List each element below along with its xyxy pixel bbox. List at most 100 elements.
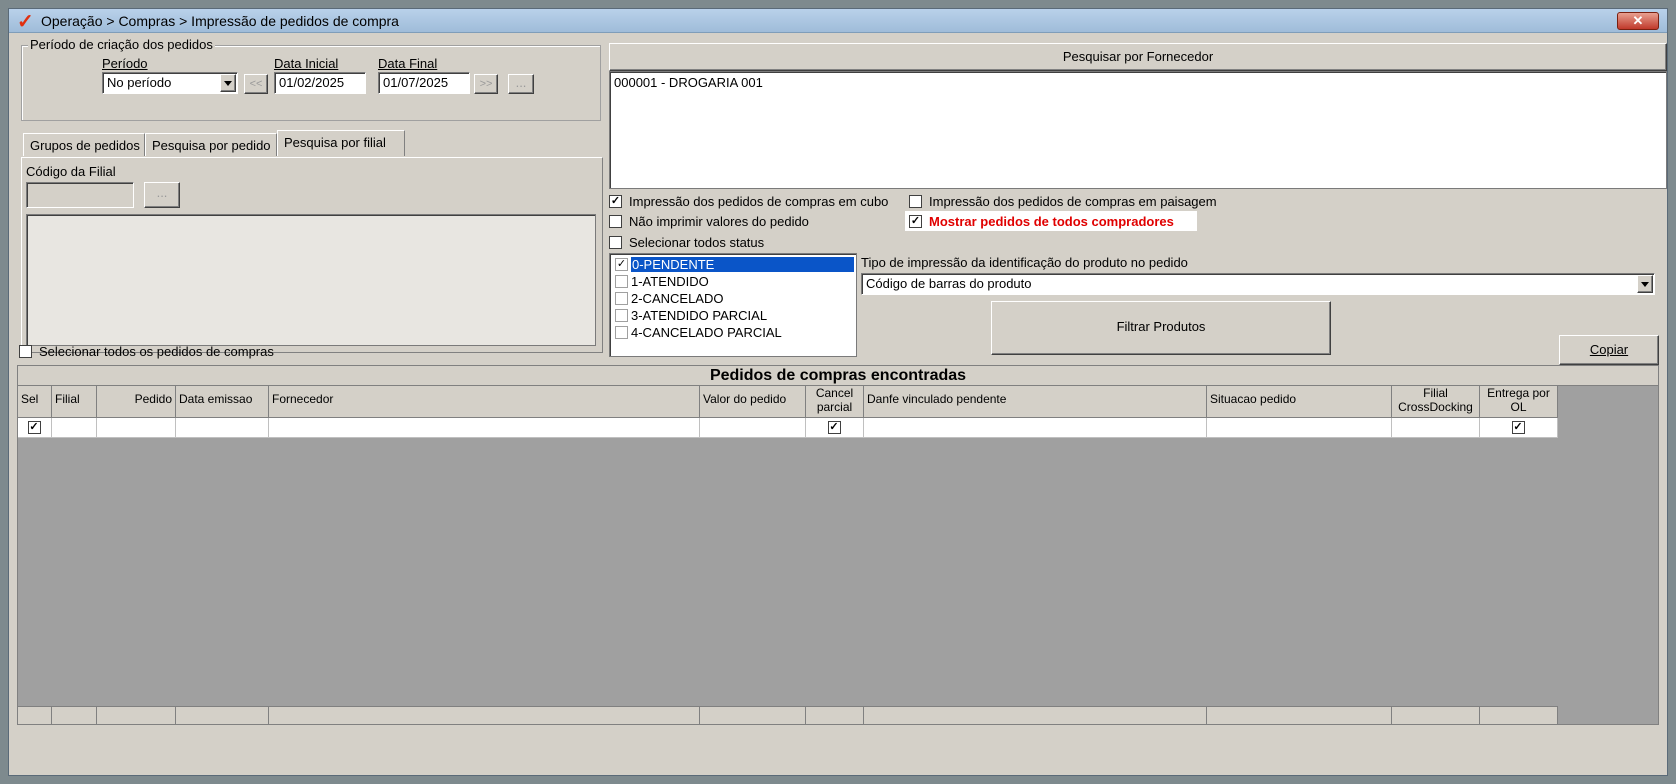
no-values-checkbox[interactable]: [609, 215, 622, 228]
filial-code-field[interactable]: [26, 182, 134, 208]
chevron-down-icon[interactable]: [220, 74, 236, 92]
row-sel-checkbox[interactable]: ✓: [27, 421, 41, 434]
col-header-valor-do-pedido[interactable]: Valor do pedido: [700, 386, 806, 418]
search-supplier-button[interactable]: Pesquisar por Fornecedor: [609, 43, 1667, 71]
col-header-data-emissao[interactable]: Data emissao: [176, 386, 269, 418]
main-window: ✓ Operação > Compras > Impressão de pedi…: [8, 8, 1668, 776]
print-type-value: Código de barras do produto: [866, 276, 1032, 291]
end-date-field[interactable]: 01/07/2025: [378, 72, 470, 94]
period-select-value: No período: [107, 75, 172, 90]
no-values-label: Não imprimir valores do pedido: [629, 214, 809, 229]
status-item-label: 2-CANCELADO: [631, 291, 724, 306]
status-item-cancelado-parcial[interactable]: 4-CANCELADO PARCIAL: [612, 324, 854, 341]
tab-strip: Grupos de pedidos Pesquisa por pedido Pe…: [23, 130, 605, 159]
all-buyers-label: Mostrar pedidos de todos compradores: [929, 214, 1174, 229]
col-header-filial-crossdocking[interactable]: Filial CrossDocking: [1392, 386, 1480, 418]
status-item-label: 3-ATENDIDO PARCIAL: [631, 308, 768, 323]
print-type-select[interactable]: Código de barras do produto: [861, 273, 1655, 295]
status-item-label: 4-CANCELADO PARCIAL: [631, 325, 782, 340]
table-cell[interactable]: [864, 418, 1207, 438]
col-header-entrega-por-ol[interactable]: Entrega por OL: [1480, 386, 1558, 418]
filter-products-button[interactable]: Filtrar Produtos: [991, 301, 1331, 355]
col-header-filial[interactable]: Filial: [52, 386, 97, 418]
print-type-label: Tipo de impressão da identificação do pr…: [861, 255, 1188, 270]
print-cube-checkbox[interactable]: ✓: [609, 195, 622, 208]
status-checkbox[interactable]: [615, 326, 628, 339]
footer-cell: [97, 706, 176, 724]
col-header-fornecedor[interactable]: Fornecedor: [269, 386, 700, 418]
filial-list[interactable]: [26, 214, 596, 346]
col-header-pedido[interactable]: Pedido: [97, 386, 176, 418]
footer-cell: [18, 706, 52, 724]
footer-cell: [52, 706, 97, 724]
col-header-sel[interactable]: Sel: [18, 386, 52, 418]
start-date-field[interactable]: 01/02/2025: [274, 72, 366, 94]
status-checkbox[interactable]: [615, 292, 628, 305]
print-landscape-checkbox[interactable]: [909, 195, 922, 208]
app-check-icon: ✓: [17, 11, 34, 33]
all-buyers-checkbox[interactable]: ✓: [909, 215, 922, 228]
footer-cell: [1392, 706, 1480, 724]
copy-button[interactable]: Copiar: [1559, 335, 1659, 365]
status-item-cancelado[interactable]: 2-CANCELADO: [612, 290, 854, 307]
table-cell[interactable]: [1207, 418, 1392, 438]
footer-cell: [864, 706, 1207, 724]
status-list[interactable]: ✓ 0-PENDENTE 1-ATENDIDO 2-CANCELADO 3-AT…: [609, 253, 857, 357]
select-all-status-label: Selecionar todos status: [629, 235, 765, 250]
footer-cell: [1207, 706, 1392, 724]
select-all-orders-label: Selecionar todos os pedidos de compras: [39, 344, 274, 359]
status-item-label: 0-PENDENTE: [631, 257, 854, 272]
close-button[interactable]: ✕: [1617, 12, 1659, 30]
status-checkbox[interactable]: [615, 275, 628, 288]
table-cell[interactable]: [176, 418, 269, 438]
status-item-atendido-parcial[interactable]: 3-ATENDIDO PARCIAL: [612, 307, 854, 324]
status-checkbox[interactable]: [615, 309, 628, 322]
period-label: Período: [102, 56, 148, 71]
tab-pesquisa-por-pedido[interactable]: Pesquisa por pedido: [145, 133, 277, 156]
col-header-danfe[interactable]: Danfe vinculado pendente: [864, 386, 1207, 418]
select-all-status-checkbox[interactable]: [609, 236, 622, 249]
print-landscape-label: Impressão dos pedidos de compras em pais…: [929, 194, 1217, 209]
period-group-legend: Período de criação dos pedidos: [28, 37, 215, 52]
period-options-button[interactable]: ...: [508, 74, 534, 94]
footer-cell: [806, 706, 864, 724]
status-checkbox[interactable]: ✓: [615, 258, 628, 271]
title-bar: ✓ Operação > Compras > Impressão de pedi…: [9, 9, 1667, 33]
tab-pesquisa-por-filial[interactable]: Pesquisa por filial: [277, 130, 405, 156]
close-icon: ✕: [1632, 13, 1644, 28]
filial-code-label: Código da Filial: [26, 164, 116, 179]
next-period-button[interactable]: >>: [474, 74, 498, 94]
table-cell-sel[interactable]: ✓: [18, 418, 52, 438]
table-cell-cancel-parcial[interactable]: ✓: [806, 418, 864, 438]
table-cell[interactable]: [97, 418, 176, 438]
status-item-pendente[interactable]: ✓ 0-PENDENTE: [612, 256, 854, 273]
supplier-list-item[interactable]: 000001 - DROGARIA 001: [614, 75, 763, 90]
chevron-down-icon[interactable]: [1637, 275, 1653, 293]
filial-lookup-button[interactable]: ...: [144, 182, 180, 208]
row-cancel-parcial-checkbox[interactable]: ✓: [827, 421, 841, 434]
footer-cell: [176, 706, 269, 724]
col-header-situacao[interactable]: Situacao pedido: [1207, 386, 1392, 418]
window-title: Operação > Compras > Impressão de pedido…: [41, 13, 399, 29]
footer-cell: [700, 706, 806, 724]
table-cell[interactable]: [52, 418, 97, 438]
footer-cell: [269, 706, 700, 724]
select-all-orders-checkbox[interactable]: [19, 345, 32, 358]
grid-title: Pedidos de compras encontradas: [18, 366, 1658, 386]
table-cell-entrega-ol[interactable]: ✓: [1480, 418, 1558, 438]
col-header-cancel-parcial[interactable]: Cancel parcial: [806, 386, 864, 418]
footer-cell: [1480, 706, 1558, 724]
period-select[interactable]: No período: [102, 72, 238, 94]
status-item-atendido[interactable]: 1-ATENDIDO: [612, 273, 854, 290]
orders-grid: Pedidos de compras encontradas Sel Filia…: [17, 365, 1659, 725]
previous-period-button[interactable]: <<: [244, 74, 268, 94]
table-cell[interactable]: [1392, 418, 1480, 438]
table-cell[interactable]: [269, 418, 700, 438]
table-cell[interactable]: [700, 418, 806, 438]
supplier-list[interactable]: 000001 - DROGARIA 001: [609, 71, 1667, 189]
tab-grupos-de-pedidos[interactable]: Grupos de pedidos: [23, 133, 145, 156]
end-date-label: Data Final: [378, 56, 438, 71]
row-entrega-ol-checkbox[interactable]: ✓: [1511, 421, 1525, 434]
print-cube-label: Impressão dos pedidos de compras em cubo: [629, 194, 889, 209]
tab-panel: Código da Filial ...: [21, 157, 603, 353]
